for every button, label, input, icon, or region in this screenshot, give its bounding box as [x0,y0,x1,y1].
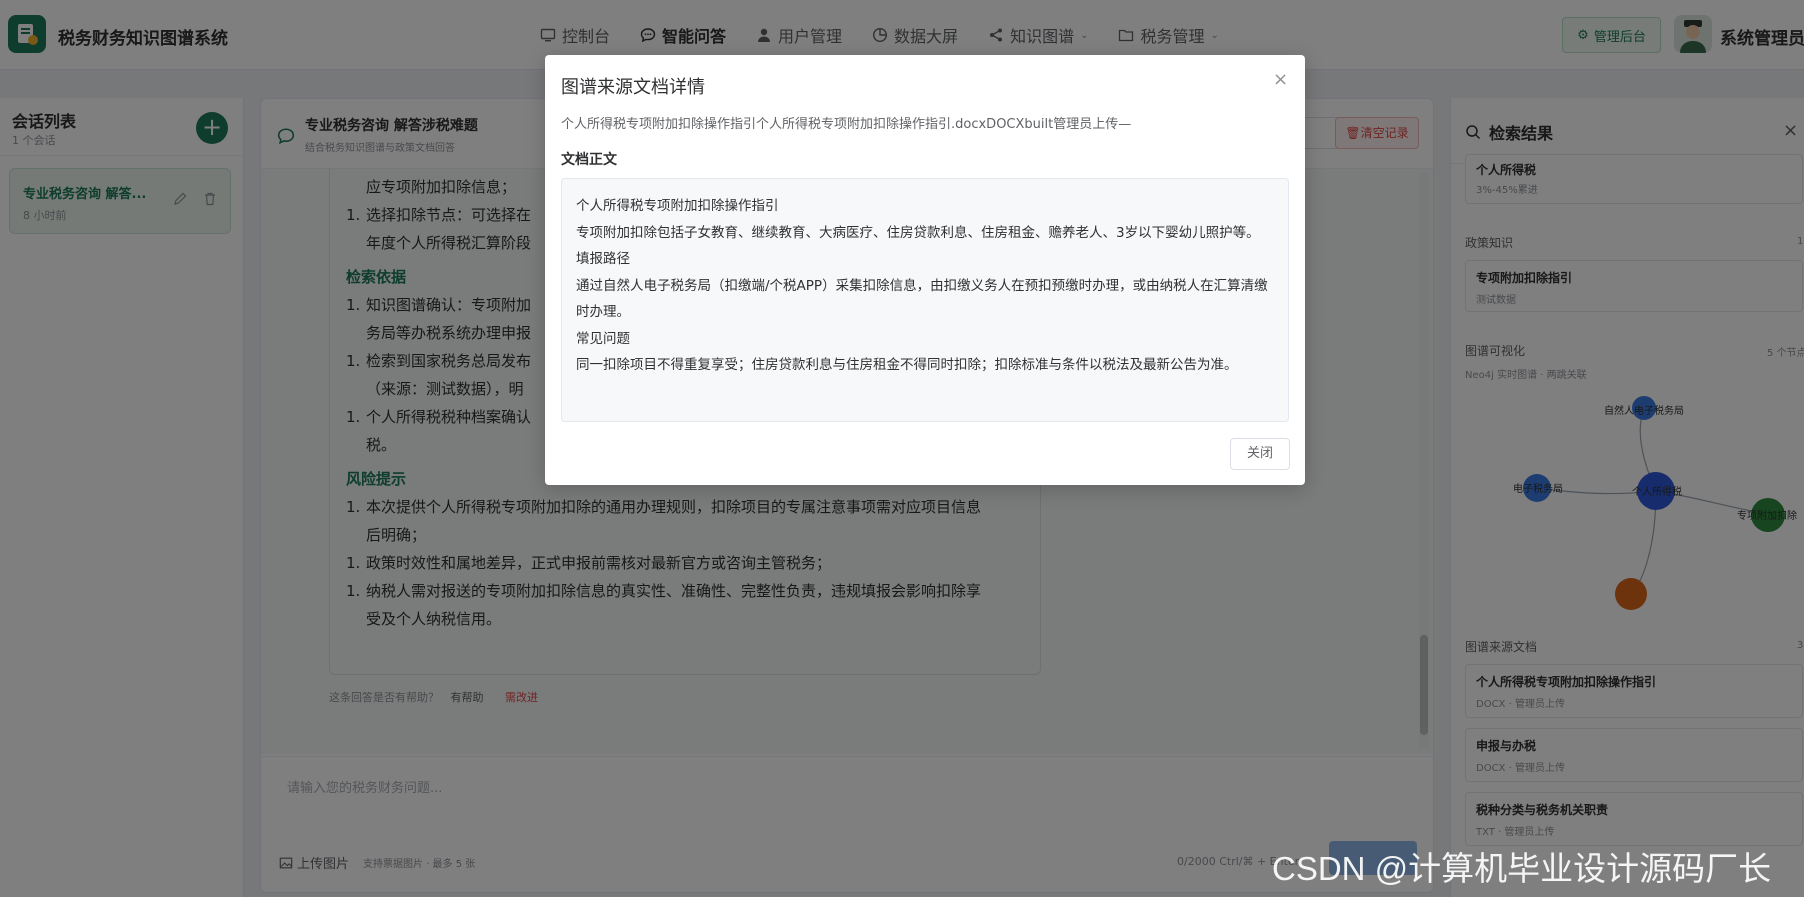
csdn-watermark: CSDN @计算机毕业设计源码厂长 [1272,850,1772,887]
source-doc-dialog: 图谱来源文档详情 × 个人所得税专项附加扣除操作指引个人所得税专项附加扣除操作指… [545,55,1305,485]
dialog-title: 图谱来源文档详情 [561,77,705,98]
doc-paragraph: 常见问题 [576,330,630,347]
close-icon[interactable]: × [1273,69,1288,90]
doc-paragraph: 通过自然人电子税务局（扣缴端/个税APP）采集扣除信息，由扣缴义务人在预扣预缴时… [576,277,1268,321]
doc-paragraph: 填报路径 [576,251,630,267]
doc-body-heading: 文档正文 [561,152,617,168]
doc-paragraph: 专项附加扣除包括子女教育、继续教育、大病医疗、住房贷款利息、住房租金、赡养老人、… [576,224,1260,241]
doc-body: 个人所得税专项附加扣除操作指引 专项附加扣除包括子女教育、继续教育、大病医疗、住… [561,178,1289,422]
doc-paragraph: 同一扣除项目不得重复享受；住房贷款利息与住房租金不得同时扣除；扣除标准与条件以税… [576,357,1238,373]
doc-paragraph: 个人所得税专项附加扣除操作指引 [576,198,779,214]
doc-meta: 个人所得税专项附加扣除操作指引个人所得税专项附加扣除操作指引.docxDOCXb… [561,117,1132,132]
dialog-close-button[interactable]: 关闭 [1230,438,1290,470]
